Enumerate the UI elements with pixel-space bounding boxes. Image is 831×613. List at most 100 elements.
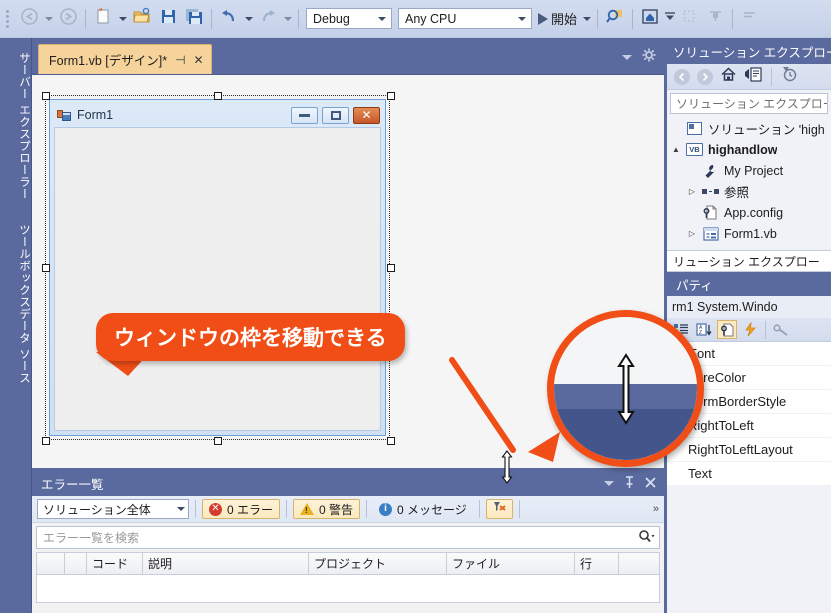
- resize-handle-right[interactable]: [387, 264, 395, 272]
- resize-handle-left[interactable]: [42, 264, 50, 272]
- tree-twisty[interactable]: ▷: [687, 187, 697, 196]
- toolbox-pin-button[interactable]: [676, 6, 702, 32]
- left-tool-dock: サーバー エクスプローラー ツールボックス データ ソース: [0, 38, 32, 613]
- layout-dropdown-button[interactable]: [663, 6, 676, 32]
- sidebar-item-data-sources[interactable]: データ ソース: [0, 300, 32, 384]
- form-close-button[interactable]: ✕: [353, 106, 380, 124]
- form-minimize-button[interactable]: [291, 106, 318, 124]
- column-header-icon[interactable]: [37, 553, 65, 574]
- se-forward-button[interactable]: [697, 68, 713, 85]
- resize-handle-bottom-right[interactable]: [387, 437, 395, 445]
- errors-filter-button[interactable]: ✕ 0 エラー: [202, 499, 281, 519]
- save-button[interactable]: [155, 6, 181, 32]
- sidebar-item-server-explorer[interactable]: サーバー エクスプローラー: [0, 44, 32, 200]
- search-icon[interactable]: [638, 529, 655, 546]
- tree-item-project-highandlow[interactable]: ▲ VB highandlow: [671, 139, 831, 160]
- tree-item-form1-vb[interactable]: ▷ Form1.vb: [671, 223, 831, 244]
- tree-item-my-project[interactable]: My Project: [671, 160, 831, 181]
- column-header-project[interactable]: プロジェクト: [309, 553, 447, 574]
- chevron-down-icon[interactable]: [604, 481, 614, 486]
- column-header-code[interactable]: コード: [87, 553, 143, 574]
- toolbar-overflow-chevron[interactable]: »: [653, 503, 659, 515]
- pin-icon[interactable]: [624, 475, 635, 492]
- start-debug-button[interactable]: 開始: [535, 6, 580, 32]
- navigate-backward-dropdown[interactable]: [42, 6, 55, 32]
- column-header-file[interactable]: ファイル: [447, 553, 575, 574]
- form-client-area[interactable]: [54, 127, 381, 431]
- column-header-severity[interactable]: [65, 553, 87, 574]
- events-button[interactable]: [740, 320, 760, 339]
- designed-form-window[interactable]: Form1 ✕: [49, 99, 386, 436]
- se-home-button[interactable]: [720, 66, 737, 87]
- wrench-icon: [702, 164, 719, 178]
- navigate-backward-button[interactable]: [16, 6, 42, 32]
- home-icon: [641, 8, 659, 30]
- tab-pin-icon[interactable]: ⊣: [175, 54, 185, 66]
- open-file-button[interactable]: [129, 6, 155, 32]
- error-list-rows[interactable]: [36, 575, 660, 603]
- resize-handle-top[interactable]: [214, 92, 222, 100]
- tree-item-solution[interactable]: ソリューション 'high: [671, 118, 831, 139]
- redo-dropdown[interactable]: [281, 6, 294, 32]
- se-sync-views-button[interactable]: [744, 66, 762, 87]
- clear-filter-button[interactable]: [485, 499, 513, 519]
- undo-dropdown[interactable]: [242, 6, 255, 32]
- find-in-files-button[interactable]: [602, 6, 628, 32]
- navigate-forward-button[interactable]: [55, 6, 81, 32]
- start-debug-dropdown[interactable]: [580, 6, 593, 32]
- toolbar-separator: [597, 8, 599, 29]
- toolbar-separator: [366, 500, 368, 518]
- window-layout-button[interactable]: [702, 6, 728, 32]
- undo-button[interactable]: [216, 6, 242, 32]
- column-header-line[interactable]: 行: [575, 553, 619, 574]
- solution-platform-combo[interactable]: Any CPU: [398, 8, 532, 29]
- home-button[interactable]: [637, 6, 663, 32]
- form-app-icon: [57, 108, 72, 122]
- error-scope-combo[interactable]: ソリューション全体: [37, 499, 189, 519]
- resize-handle-top-left[interactable]: [42, 92, 50, 100]
- save-all-button[interactable]: [181, 6, 207, 32]
- se-pending-changes-button[interactable]: [781, 66, 798, 87]
- resize-handle-bottom-left[interactable]: [42, 437, 50, 445]
- toolbar-grip[interactable]: [4, 9, 14, 29]
- se-back-button[interactable]: [674, 68, 690, 85]
- solution-explorer-secondary-tab[interactable]: リューション エクスプロー: [667, 250, 831, 272]
- warnings-filter-button[interactable]: 0 警告: [293, 499, 361, 519]
- properties-page-button[interactable]: [717, 320, 737, 339]
- redo-button[interactable]: [255, 6, 281, 32]
- tree-item-references[interactable]: ▷ 参照: [671, 181, 831, 202]
- solution-explorer-search-input[interactable]: ソリューション エクスプローラー: [670, 93, 828, 114]
- error-search-placeholder: エラー一覧を検索: [43, 531, 140, 545]
- messages-filter-button[interactable]: i 0 メッセージ: [373, 499, 473, 519]
- list-icon: [742, 9, 758, 28]
- column-header-description[interactable]: 説明: [143, 553, 309, 574]
- se-search-placeholder: ソリューション エクスプローラー: [676, 97, 827, 111]
- close-icon[interactable]: [645, 476, 656, 491]
- tree-item-app-config[interactable]: App.config: [671, 202, 831, 223]
- forward-arrow-icon: [59, 7, 77, 30]
- start-debug-label: 開始: [551, 12, 578, 27]
- window-list-button[interactable]: [737, 6, 763, 32]
- tree-twisty[interactable]: ▲: [671, 145, 681, 154]
- form-maximize-button[interactable]: [322, 106, 349, 124]
- tree-twisty[interactable]: ▷: [687, 229, 697, 238]
- property-pages-button[interactable]: [771, 320, 791, 339]
- resize-handle-bottom[interactable]: [214, 437, 222, 445]
- form-selection-frame[interactable]: Form1 ✕: [42, 92, 395, 445]
- sidebar-item-toolbox[interactable]: ツールボックス: [0, 216, 32, 308]
- new-item-dropdown[interactable]: [116, 6, 129, 32]
- chevron-down-icon[interactable]: [622, 55, 632, 60]
- solution-configuration-combo[interactable]: Debug: [306, 8, 392, 29]
- error-list-search-input[interactable]: エラー一覧を検索: [36, 526, 660, 549]
- property-row-text[interactable]: Text: [667, 462, 831, 486]
- properties-object-label: rm1 System.Windo: [667, 296, 831, 318]
- new-item-button[interactable]: [90, 6, 116, 32]
- solution-explorer-toolbar: [667, 64, 831, 90]
- tab-close-icon[interactable]: ✕: [194, 54, 204, 66]
- resize-handle-top-right[interactable]: [387, 92, 395, 100]
- tab-form1-designer[interactable]: Form1.vb [デザイン]* ⊣ ✕: [38, 44, 212, 74]
- chevron-down-icon: [118, 16, 127, 21]
- gear-icon[interactable]: [642, 48, 656, 67]
- alphabetical-sort-button[interactable]: AZ: [694, 320, 714, 339]
- toolbar-separator: [771, 67, 772, 86]
